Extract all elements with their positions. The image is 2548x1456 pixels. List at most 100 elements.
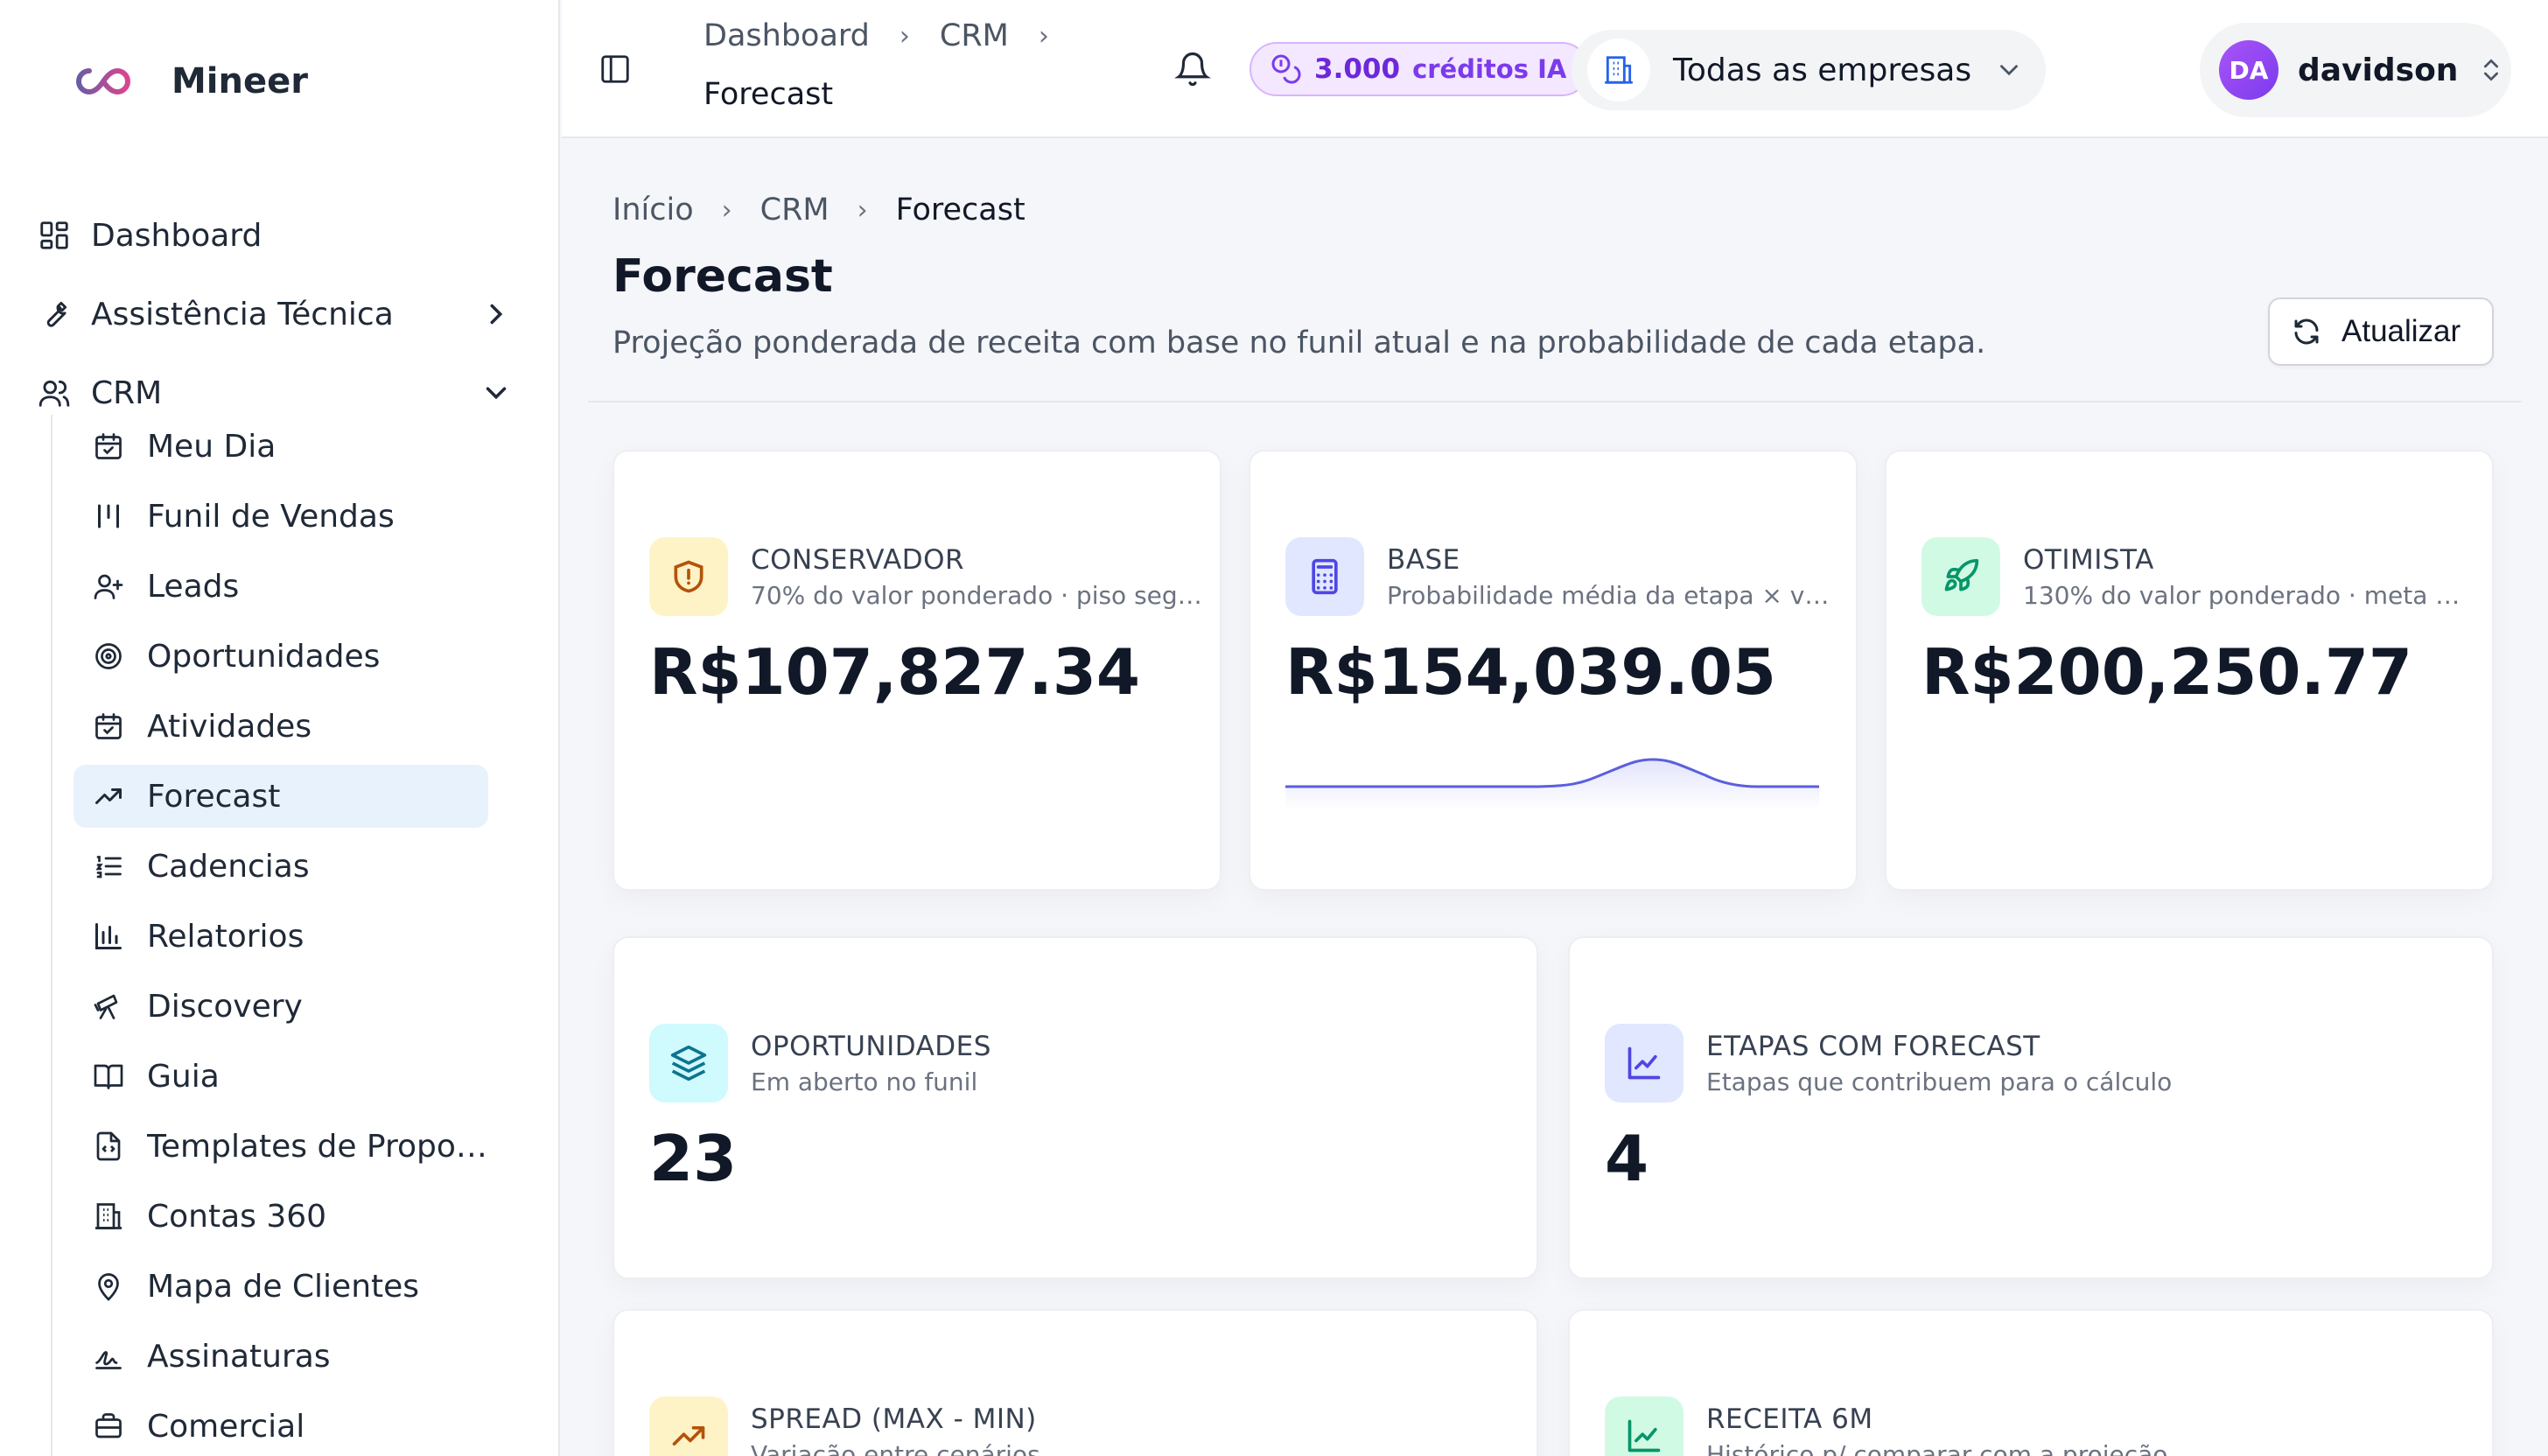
sidebar: Mineer Dashboard Assistência Técnica CRM: [0, 0, 560, 1456]
sidebar-item-label: Contas 360: [147, 1198, 327, 1235]
file-code-icon: [91, 1129, 126, 1164]
top-crumb-crm[interactable]: CRM: [940, 18, 1009, 53]
page-subtitle: Projeção ponderada de receita com base n…: [612, 326, 1986, 360]
sidebar-item-atividades[interactable]: Atividades: [74, 695, 488, 758]
company-selector-label: Todas as empresas: [1673, 52, 1972, 88]
sidebar-item-cadencias[interactable]: Cadencias: [74, 835, 488, 898]
card-kicker: SPREAD (MAX - MIN): [751, 1404, 1037, 1435]
sidebar-item-funil-de-vendas[interactable]: Funil de Vendas: [74, 485, 488, 548]
sidebar-item-assistencia-tecnica[interactable]: Assistência Técnica: [32, 275, 539, 354]
kanban-icon: [91, 499, 126, 534]
sidebar-item-label: CRM: [91, 374, 163, 411]
bell-icon[interactable]: [1174, 51, 1211, 88]
target-icon: [91, 639, 126, 674]
sidebar-item-label: Templates de Propos...: [147, 1128, 488, 1165]
brand[interactable]: Mineer: [70, 61, 308, 102]
card-kicker: OTIMISTA: [2023, 544, 2154, 576]
mineer-logo-icon: [76, 67, 130, 95]
breadcrumb: Início › CRM › Forecast: [612, 192, 1026, 228]
sidebar-item-meu-dia[interactable]: Meu Dia: [74, 415, 488, 478]
chevrons-up-down-icon: [2484, 59, 2499, 81]
card-value: 4: [1605, 1122, 1649, 1195]
calendar-icon: [91, 709, 126, 744]
layers-icon: [649, 1024, 728, 1102]
sidebar-item-dashboard[interactable]: Dashboard: [32, 196, 539, 275]
crumb-inicio[interactable]: Início: [612, 192, 694, 228]
users-icon: [35, 374, 74, 412]
refresh-button[interactable]: Atualizar: [2268, 298, 2494, 366]
card-value: R$200,250.77: [1922, 635, 2413, 709]
card-value: R$107,827.34: [649, 635, 1141, 709]
card-etapas-com-forecast: ETAPAS COM FORECAST Etapas que contribue…: [1568, 936, 2494, 1279]
user-menu[interactable]: DA davidson: [2200, 23, 2511, 117]
crumb-forecast: Forecast: [895, 192, 1026, 228]
refresh-icon: [2294, 318, 2319, 345]
book-icon: [91, 1059, 126, 1094]
sidebar-item-contas-360[interactable]: Contas 360: [74, 1185, 488, 1248]
card-kicker: BASE: [1387, 544, 1460, 576]
top-crumb-forecast: Forecast: [704, 77, 834, 112]
card-value: 23: [649, 1122, 738, 1195]
rocket-icon: [1922, 537, 2000, 616]
sidebar-item-oportunidades[interactable]: Oportunidades: [74, 625, 488, 688]
sidebar-item-assinaturas[interactable]: Assinaturas: [74, 1325, 488, 1388]
building-icon: [91, 1199, 126, 1234]
sidebar-item-label: Relatorios: [147, 918, 304, 955]
chevron-right-icon: ›: [899, 20, 910, 52]
top-bar: Dashboard › CRM › Forecast 3.000 crédito…: [562, 0, 2548, 138]
credits-value: 3.000: [1314, 53, 1401, 85]
crumb-crm[interactable]: CRM: [760, 192, 830, 228]
card-description: Etapas que contribuem para o cálculo: [1706, 1068, 2173, 1096]
calculator-icon: [1285, 537, 1364, 616]
shield-alert-icon: [649, 537, 728, 616]
sidebar-item-label: Assistência Técnica: [91, 296, 394, 332]
sidebar-toggle-icon[interactable]: [598, 52, 632, 86]
top-breadcrumb: Dashboard › CRM › Forecast: [704, 16, 1049, 112]
sidebar-item-discovery[interactable]: Discovery: [74, 975, 488, 1038]
card-kicker: RECEITA 6M: [1706, 1404, 1873, 1435]
briefcase-icon: [91, 1409, 126, 1444]
card-description: 70% do valor ponderado · piso seguro: [751, 581, 1206, 610]
sidebar-item-comercial[interactable]: Comercial: [74, 1395, 488, 1456]
sidebar-item-templates-de-propostas[interactable]: Templates de Propos...: [74, 1115, 488, 1178]
sidebar-item-leads[interactable]: Leads: [74, 555, 488, 618]
map-pin-icon: [91, 1269, 126, 1304]
card-otimista: OTIMISTA 130% do valor ponderado · meta …: [1885, 450, 2494, 891]
card-oportunidades: OPORTUNIDADES Em aberto no funil 23: [612, 936, 1538, 1279]
sidebar-item-label: Atividades: [147, 708, 312, 745]
wrench-icon: [35, 295, 74, 333]
line-chart-icon: [1605, 1396, 1684, 1456]
crm-subnav: Meu Dia Funil de Vendas Leads Oportunida…: [51, 415, 506, 1456]
chevron-right-icon: [490, 304, 503, 325]
card-description: Probabilidade média da etapa × valor: [1387, 581, 1842, 610]
card-kicker: ETAPAS COM FORECAST: [1706, 1031, 2040, 1062]
bar-chart-icon: [91, 919, 126, 954]
sidebar-item-label: Funil de Vendas: [147, 498, 395, 535]
dashboard-icon: [35, 216, 74, 255]
line-chart-icon: [1605, 1024, 1684, 1102]
telescope-icon: [91, 989, 126, 1024]
top-crumb-dashboard[interactable]: Dashboard: [704, 18, 870, 53]
coins-icon: [1271, 54, 1301, 84]
credits-label: créditos IA: [1412, 54, 1567, 84]
sidebar-item-guia[interactable]: Guia: [74, 1045, 488, 1108]
card-receita-6m: RECEITA 6M Histórico p/ comparar com a p…: [1568, 1309, 2494, 1456]
sidebar-item-label: Cadencias: [147, 848, 310, 885]
company-selector[interactable]: Todas as empresas: [1572, 30, 2046, 110]
sidebar-item-label: Dashboard: [91, 217, 262, 254]
card-conservador: CONSERVADOR 70% do valor ponderado · pis…: [612, 450, 1222, 891]
card-value: R$154,039.05: [1285, 635, 1777, 709]
sidebar-item-forecast[interactable]: Forecast: [74, 765, 488, 828]
sidebar-item-label: Mapa de Clientes: [147, 1268, 420, 1305]
sidebar-item-mapa-de-clientes[interactable]: Mapa de Clientes: [74, 1255, 488, 1318]
sidebar-item-relatorios[interactable]: Relatorios: [74, 905, 488, 968]
sidebar-nav: Dashboard Assistência Técnica CRM: [32, 196, 539, 432]
trending-up-icon: [649, 1396, 728, 1456]
trending-up-icon: [91, 779, 126, 814]
sidebar-item-label: Comercial: [147, 1408, 305, 1445]
card-kicker: CONSERVADOR: [751, 544, 965, 576]
ai-credits-badge[interactable]: 3.000 créditos IA: [1250, 42, 1590, 96]
card-spread: SPREAD (MAX - MIN) Variação entre cenári…: [612, 1309, 1538, 1456]
sidebar-item-label: Discovery: [147, 988, 303, 1025]
calendar-check-icon: [91, 429, 126, 464]
